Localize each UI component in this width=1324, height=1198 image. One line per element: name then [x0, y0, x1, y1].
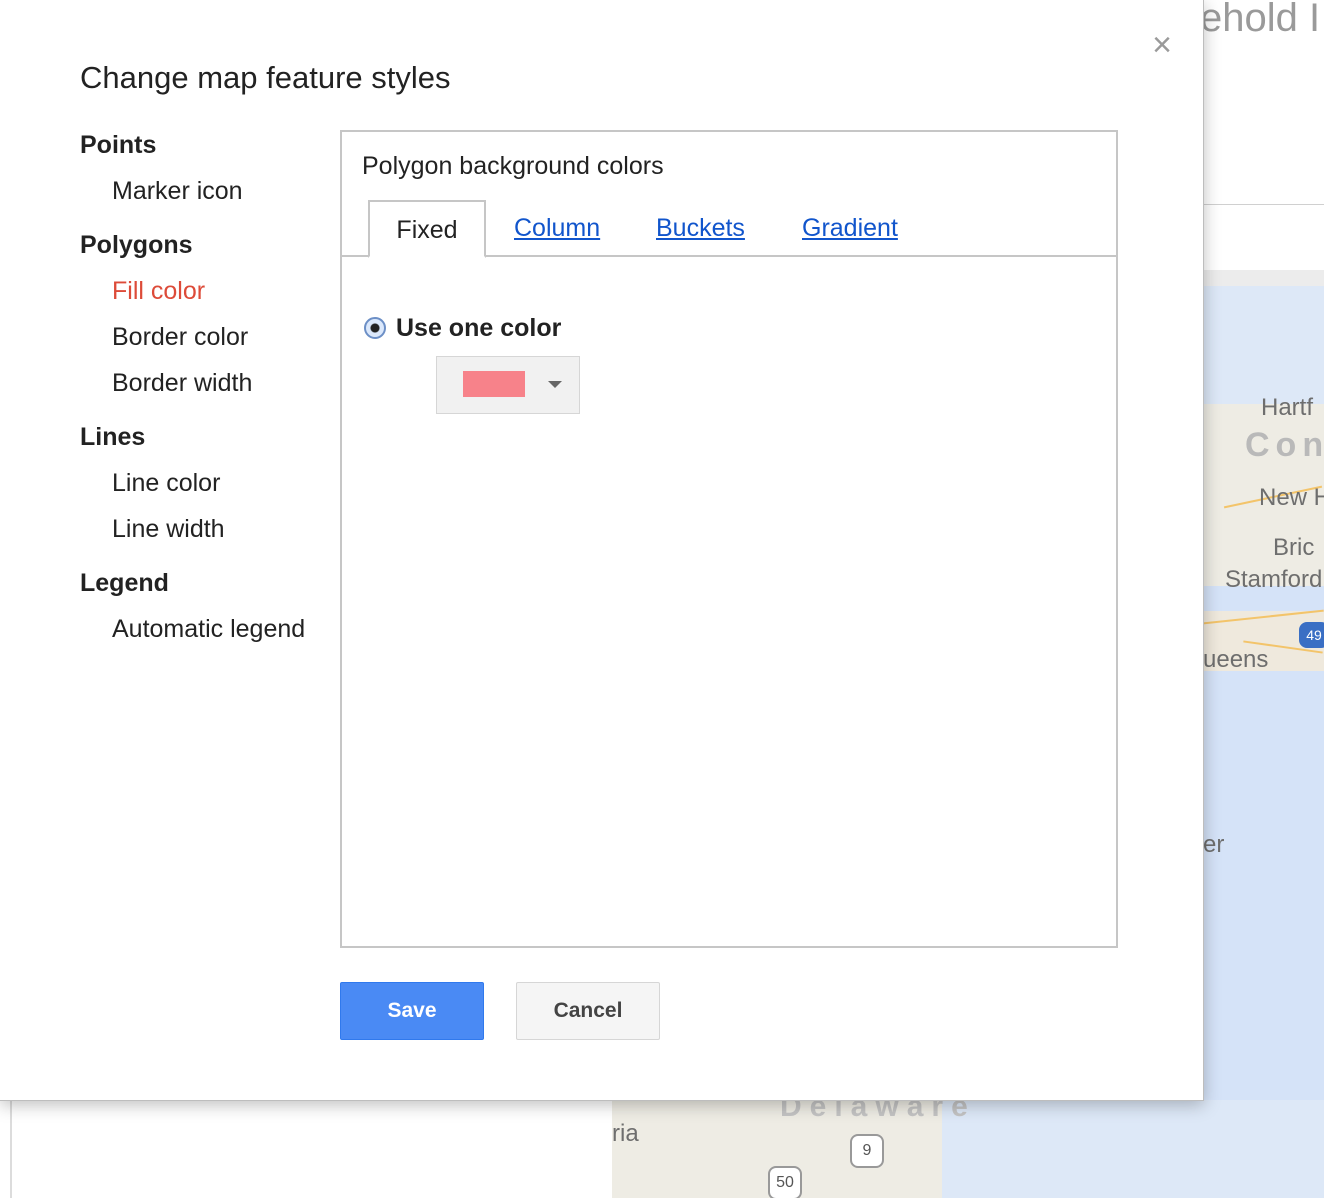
feature-nav: Points Marker icon Polygons Fill color B…: [80, 128, 330, 658]
nav-item-line-width[interactable]: Line width: [80, 512, 330, 558]
background-toolbar: [1203, 270, 1324, 286]
nav-group-title-legend: Legend: [80, 569, 169, 597]
map-label: ria: [612, 1120, 639, 1147]
use-one-color-label: Use one color: [396, 313, 562, 342]
interstate-shield-icon: 49: [1299, 622, 1324, 648]
map-label: Bric: [1273, 534, 1315, 561]
tab-gradient[interactable]: Gradient: [802, 200, 898, 256]
map-label: Hartf: [1261, 394, 1314, 421]
nav-group-title-polygons: Polygons: [80, 231, 193, 259]
fill-color-picker[interactable]: [436, 356, 580, 414]
nav-item-border-color[interactable]: Border color: [80, 320, 330, 366]
tab-buckets[interactable]: Buckets: [656, 200, 745, 256]
dialog-title: Change map feature styles: [80, 60, 451, 95]
map-label: Stamford: [1225, 566, 1323, 593]
tab-fixed[interactable]: Fixed: [368, 200, 486, 258]
map-label: ueens: [1203, 646, 1269, 673]
save-button[interactable]: Save: [340, 982, 484, 1040]
map-label: New H: [1259, 484, 1324, 511]
nav-item-border-width[interactable]: Border width: [80, 366, 330, 412]
background-divider: [1203, 204, 1324, 205]
nav-item-automatic-legend[interactable]: Automatic legend: [80, 612, 330, 658]
nav-group-title-lines: Lines: [80, 423, 146, 451]
cancel-button[interactable]: Cancel: [516, 982, 660, 1040]
map-label: Delaware: [780, 1100, 976, 1123]
map-label: Con: [1245, 426, 1324, 464]
tab-column[interactable]: Column: [514, 200, 600, 256]
nav-group-title-points: Points: [80, 131, 157, 159]
map-label: er: [1203, 831, 1225, 858]
nav-item-line-color[interactable]: Line color: [80, 466, 330, 512]
background-page-title: ehold I: [1200, 0, 1321, 40]
background-left-panel: [0, 1100, 612, 1198]
background-left-edge: [10, 1100, 12, 1198]
route-shield-icon: 50: [768, 1166, 802, 1198]
panel-heading: Polygon background colors: [362, 152, 664, 180]
chevron-down-icon: [548, 381, 562, 388]
style-options-panel: Polygon background colors Fixed Column B…: [340, 130, 1118, 948]
use-one-color-radio[interactable]: [364, 317, 386, 339]
color-swatch: [463, 371, 525, 397]
map-view-bottom[interactable]: Delaware ria 9 50: [612, 1100, 1324, 1198]
map-view-right[interactable]: Hartf Con New H Bric Stamford ueens er 4…: [1203, 286, 1324, 1198]
change-map-feature-styles-dialog: × Change map feature styles Points Marke…: [0, 0, 1204, 1101]
use-one-color-option[interactable]: Use one color: [364, 310, 561, 346]
route-shield-icon: 9: [850, 1134, 884, 1168]
nav-item-fill-color[interactable]: Fill color: [80, 274, 330, 320]
nav-item-marker-icon[interactable]: Marker icon: [80, 174, 330, 220]
close-icon[interactable]: ×: [1145, 28, 1179, 62]
